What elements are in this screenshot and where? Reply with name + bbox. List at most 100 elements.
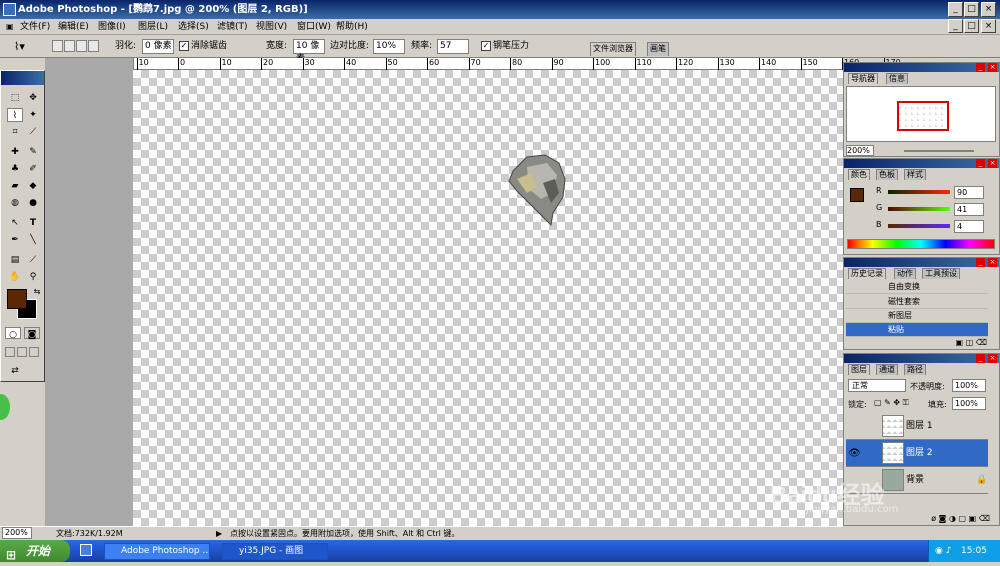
- tab-swatches[interactable]: 色板: [876, 169, 898, 180]
- color-spectrum-bar[interactable]: [847, 239, 995, 249]
- slice-tool-icon[interactable]: ⟋: [25, 125, 41, 139]
- status-zoom-field[interactable]: 200%: [2, 527, 32, 539]
- layers-close-icon[interactable]: ×: [988, 354, 997, 363]
- frequency-field[interactable]: 57: [437, 39, 469, 54]
- navigator-zoom-field[interactable]: 200%: [846, 145, 874, 156]
- layer-row-selected[interactable]: 👁 图层 2: [846, 440, 988, 467]
- tab-channels[interactable]: 通道: [876, 364, 898, 375]
- navigator-min-icon[interactable]: _: [976, 63, 985, 72]
- layers-min-icon[interactable]: _: [976, 354, 985, 363]
- tab-paths[interactable]: 路径: [904, 364, 926, 375]
- menu-image[interactable]: 图像(I): [96, 20, 128, 34]
- navigator-preview[interactable]: [846, 86, 996, 142]
- tab-styles[interactable]: 样式: [904, 169, 926, 180]
- layers-footer-icons[interactable]: ø ◙ ◑ ▢ ▣ ⌫: [846, 514, 996, 524]
- screen-mode-standard-icon[interactable]: [5, 347, 15, 357]
- taskbar-photoshop[interactable]: Adobe Photoshop ...: [104, 543, 210, 560]
- move-tool-icon[interactable]: ✥: [25, 91, 41, 105]
- menu-select[interactable]: 选择(S): [176, 20, 211, 34]
- menu-layer[interactable]: 图层(L): [136, 20, 170, 34]
- b-slider[interactable]: [888, 224, 950, 228]
- minimize-button[interactable]: _: [948, 2, 963, 17]
- tray-icons[interactable]: ◉ ♪: [935, 540, 951, 562]
- opacity-field[interactable]: 100%: [952, 379, 986, 392]
- menu-filter[interactable]: 滤镜(T): [215, 20, 250, 34]
- quick-mask-icon[interactable]: ◙: [24, 327, 40, 340]
- menu-window[interactable]: 窗口(W): [295, 20, 333, 34]
- clone-stamp-icon[interactable]: ♣: [7, 162, 23, 176]
- tab-color[interactable]: 颜色: [848, 169, 870, 180]
- tab-brushes[interactable]: 画笔: [647, 42, 669, 56]
- history-item-selected[interactable]: 粘贴: [846, 323, 988, 337]
- start-button[interactable]: ⊞ 开始: [0, 540, 70, 562]
- feather-field[interactable]: 0 像素: [142, 39, 174, 54]
- new-selection-icon[interactable]: [52, 40, 63, 52]
- taskbar-paint[interactable]: yi35.JPG - 画图: [222, 543, 328, 560]
- dodge-tool-icon[interactable]: ●: [25, 196, 41, 210]
- document-icon[interactable]: ▣: [4, 20, 16, 34]
- color-close-icon[interactable]: ×: [988, 159, 997, 168]
- document-canvas[interactable]: [133, 70, 843, 526]
- magic-wand-icon[interactable]: ✦: [25, 108, 41, 122]
- swap-colors-icon[interactable]: ⇆: [29, 285, 45, 299]
- tab-history[interactable]: 历史记录: [848, 268, 886, 279]
- screen-mode-full-icon[interactable]: [29, 347, 39, 357]
- magnetic-lasso-preset-icon[interactable]: ⌇▾: [14, 39, 25, 54]
- layer-row[interactable]: 图层 1: [846, 413, 988, 440]
- doc-minimize-button[interactable]: _: [948, 19, 963, 33]
- zoom-tool-icon[interactable]: ⚲: [25, 270, 41, 284]
- pen-pressure-checkbox[interactable]: ✓: [481, 41, 491, 51]
- line-tool-icon[interactable]: ╲: [25, 233, 41, 247]
- crop-tool-icon[interactable]: ⌗: [7, 125, 23, 139]
- blend-mode-select[interactable]: 正常: [848, 379, 906, 392]
- doc-restore-button[interactable]: □: [964, 19, 979, 33]
- standard-mode-icon[interactable]: ○: [5, 327, 21, 340]
- navigator-close-icon[interactable]: ×: [988, 63, 997, 72]
- antialias-checkbox[interactable]: ✓: [179, 41, 189, 51]
- history-brush-icon[interactable]: ✐: [25, 162, 41, 176]
- r-slider[interactable]: [888, 190, 950, 194]
- eye-icon[interactable]: 👁: [848, 440, 861, 467]
- eraser-tool-icon[interactable]: ▰: [7, 179, 23, 193]
- hand-tool-icon[interactable]: ✋: [7, 270, 23, 284]
- history-item[interactable]: 磁性套索: [846, 295, 988, 309]
- menu-file[interactable]: 文件(F): [18, 20, 52, 34]
- eyedropper-icon[interactable]: ⟋: [25, 253, 41, 267]
- close-button[interactable]: ×: [981, 2, 996, 17]
- doc-close-button[interactable]: ×: [981, 19, 996, 33]
- b-value-field[interactable]: 4: [954, 220, 984, 233]
- subtract-selection-icon[interactable]: [76, 40, 87, 52]
- history-footer-icons[interactable]: ▣ ◫ ⌫: [847, 338, 995, 348]
- add-selection-icon[interactable]: [64, 40, 75, 52]
- lock-icons[interactable]: ▢ ✎ ✥ ⚿: [874, 398, 909, 408]
- lasso-tool-icon[interactable]: ⌇: [7, 108, 23, 122]
- type-tool-icon[interactable]: T: [25, 216, 41, 230]
- tab-tool-presets[interactable]: 工具预设: [922, 268, 960, 279]
- navigator-zoom-slider[interactable]: [904, 150, 974, 152]
- color-fg-swatch[interactable]: [850, 188, 864, 202]
- menu-edit[interactable]: 编辑(E): [56, 20, 91, 34]
- jump-to-imageready-icon[interactable]: ⇄: [7, 364, 23, 378]
- menu-view[interactable]: 视图(V): [254, 20, 289, 34]
- show-desktop-icon[interactable]: [80, 544, 92, 556]
- menu-help[interactable]: 帮助(H): [334, 20, 370, 34]
- tab-file-browser[interactable]: 文件浏览器: [590, 42, 636, 56]
- screen-mode-menu-icon[interactable]: [17, 347, 27, 357]
- history-close-icon[interactable]: ×: [988, 258, 997, 267]
- navigator-view-box[interactable]: [897, 101, 949, 131]
- maximize-button[interactable]: □: [964, 2, 979, 17]
- history-item[interactable]: 自由变换: [846, 280, 988, 294]
- tab-layers[interactable]: 图层: [848, 364, 870, 375]
- pen-tool-icon[interactable]: ✒: [7, 233, 23, 247]
- intersect-selection-icon[interactable]: [88, 40, 99, 52]
- history-min-icon[interactable]: _: [976, 258, 985, 267]
- notes-tool-icon[interactable]: ▤: [7, 253, 23, 267]
- g-value-field[interactable]: 41: [954, 203, 984, 216]
- width-field[interactable]: 10 像素: [293, 39, 325, 64]
- tab-navigator[interactable]: 导航器: [848, 73, 878, 84]
- history-item[interactable]: 新图层: [846, 309, 988, 323]
- brush-tool-icon[interactable]: ✎: [25, 145, 41, 159]
- tab-info[interactable]: 信息: [886, 73, 908, 84]
- marquee-tool-icon[interactable]: ⬚: [7, 91, 23, 105]
- g-slider[interactable]: [888, 207, 950, 211]
